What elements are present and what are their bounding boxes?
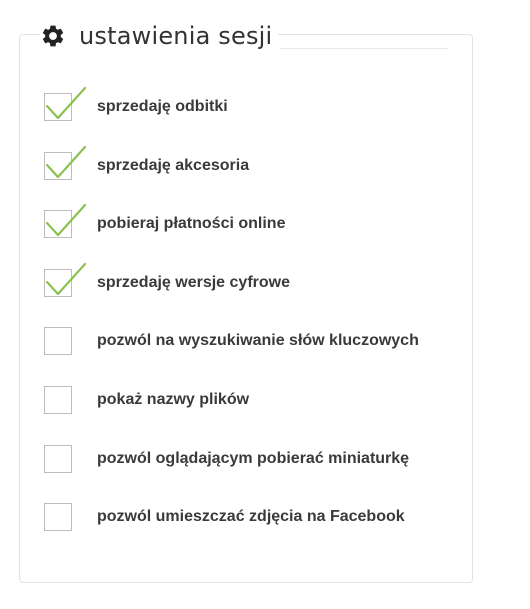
settings-option[interactable]: sprzedaję odbitki [44,86,464,152]
settings-option[interactable]: sprzedaję wersje cyfrowe [44,262,464,328]
settings-option[interactable]: pobieraj płatności online [44,204,464,269]
option-label: pozwól umieszczać zdjęcia na Facebook [97,508,405,526]
gear-icon [42,25,64,47]
option-checkbox[interactable] [44,327,72,356]
settings-option[interactable]: pozwól umieszczać zdjęcia na Facebook [44,503,464,562]
checkmark-icon [45,86,87,120]
option-label: sprzedaję akcesoria [97,156,250,174]
option-label: pobieraj płatności online [97,215,286,233]
option-checkbox[interactable] [44,145,87,180]
settings-option[interactable]: sprzedaję akcesoria [44,145,464,211]
option-checkbox[interactable] [44,262,87,297]
panel-legend: ustawienia sesji [40,17,279,55]
legend-divider [280,48,448,49]
option-label: pozwól oglądającym pobierać miniaturkę [97,449,410,467]
checkmark-icon [45,262,87,295]
option-label: sprzedaję wersje cyfrowe [97,273,290,291]
option-label: pokaż nazwy plików [97,390,250,408]
settings-option[interactable]: pokaż nazwy plików [44,385,464,445]
checkmark-icon [45,204,87,237]
option-checkbox[interactable] [44,86,87,121]
option-checkbox[interactable] [44,204,87,239]
option-label: pozwól na wyszukiwanie słów kluczowych [97,332,419,350]
checkmark-icon [45,145,87,178]
option-label: sprzedaję odbitki [97,98,228,115]
option-checkbox[interactable] [44,444,72,473]
settings-option[interactable]: pozwól oglądającym pobierać miniaturkę [44,444,464,504]
option-checkbox[interactable] [44,503,72,532]
panel-title: ustawienia sesji [79,22,273,50]
option-checkbox[interactable] [44,385,72,414]
settings-option[interactable]: pozwól na wyszukiwanie słów kluczowych [44,327,464,386]
settings-options-list: sprzedaję odbitki sprzedaję akcesoria pobi… [44,86,464,562]
